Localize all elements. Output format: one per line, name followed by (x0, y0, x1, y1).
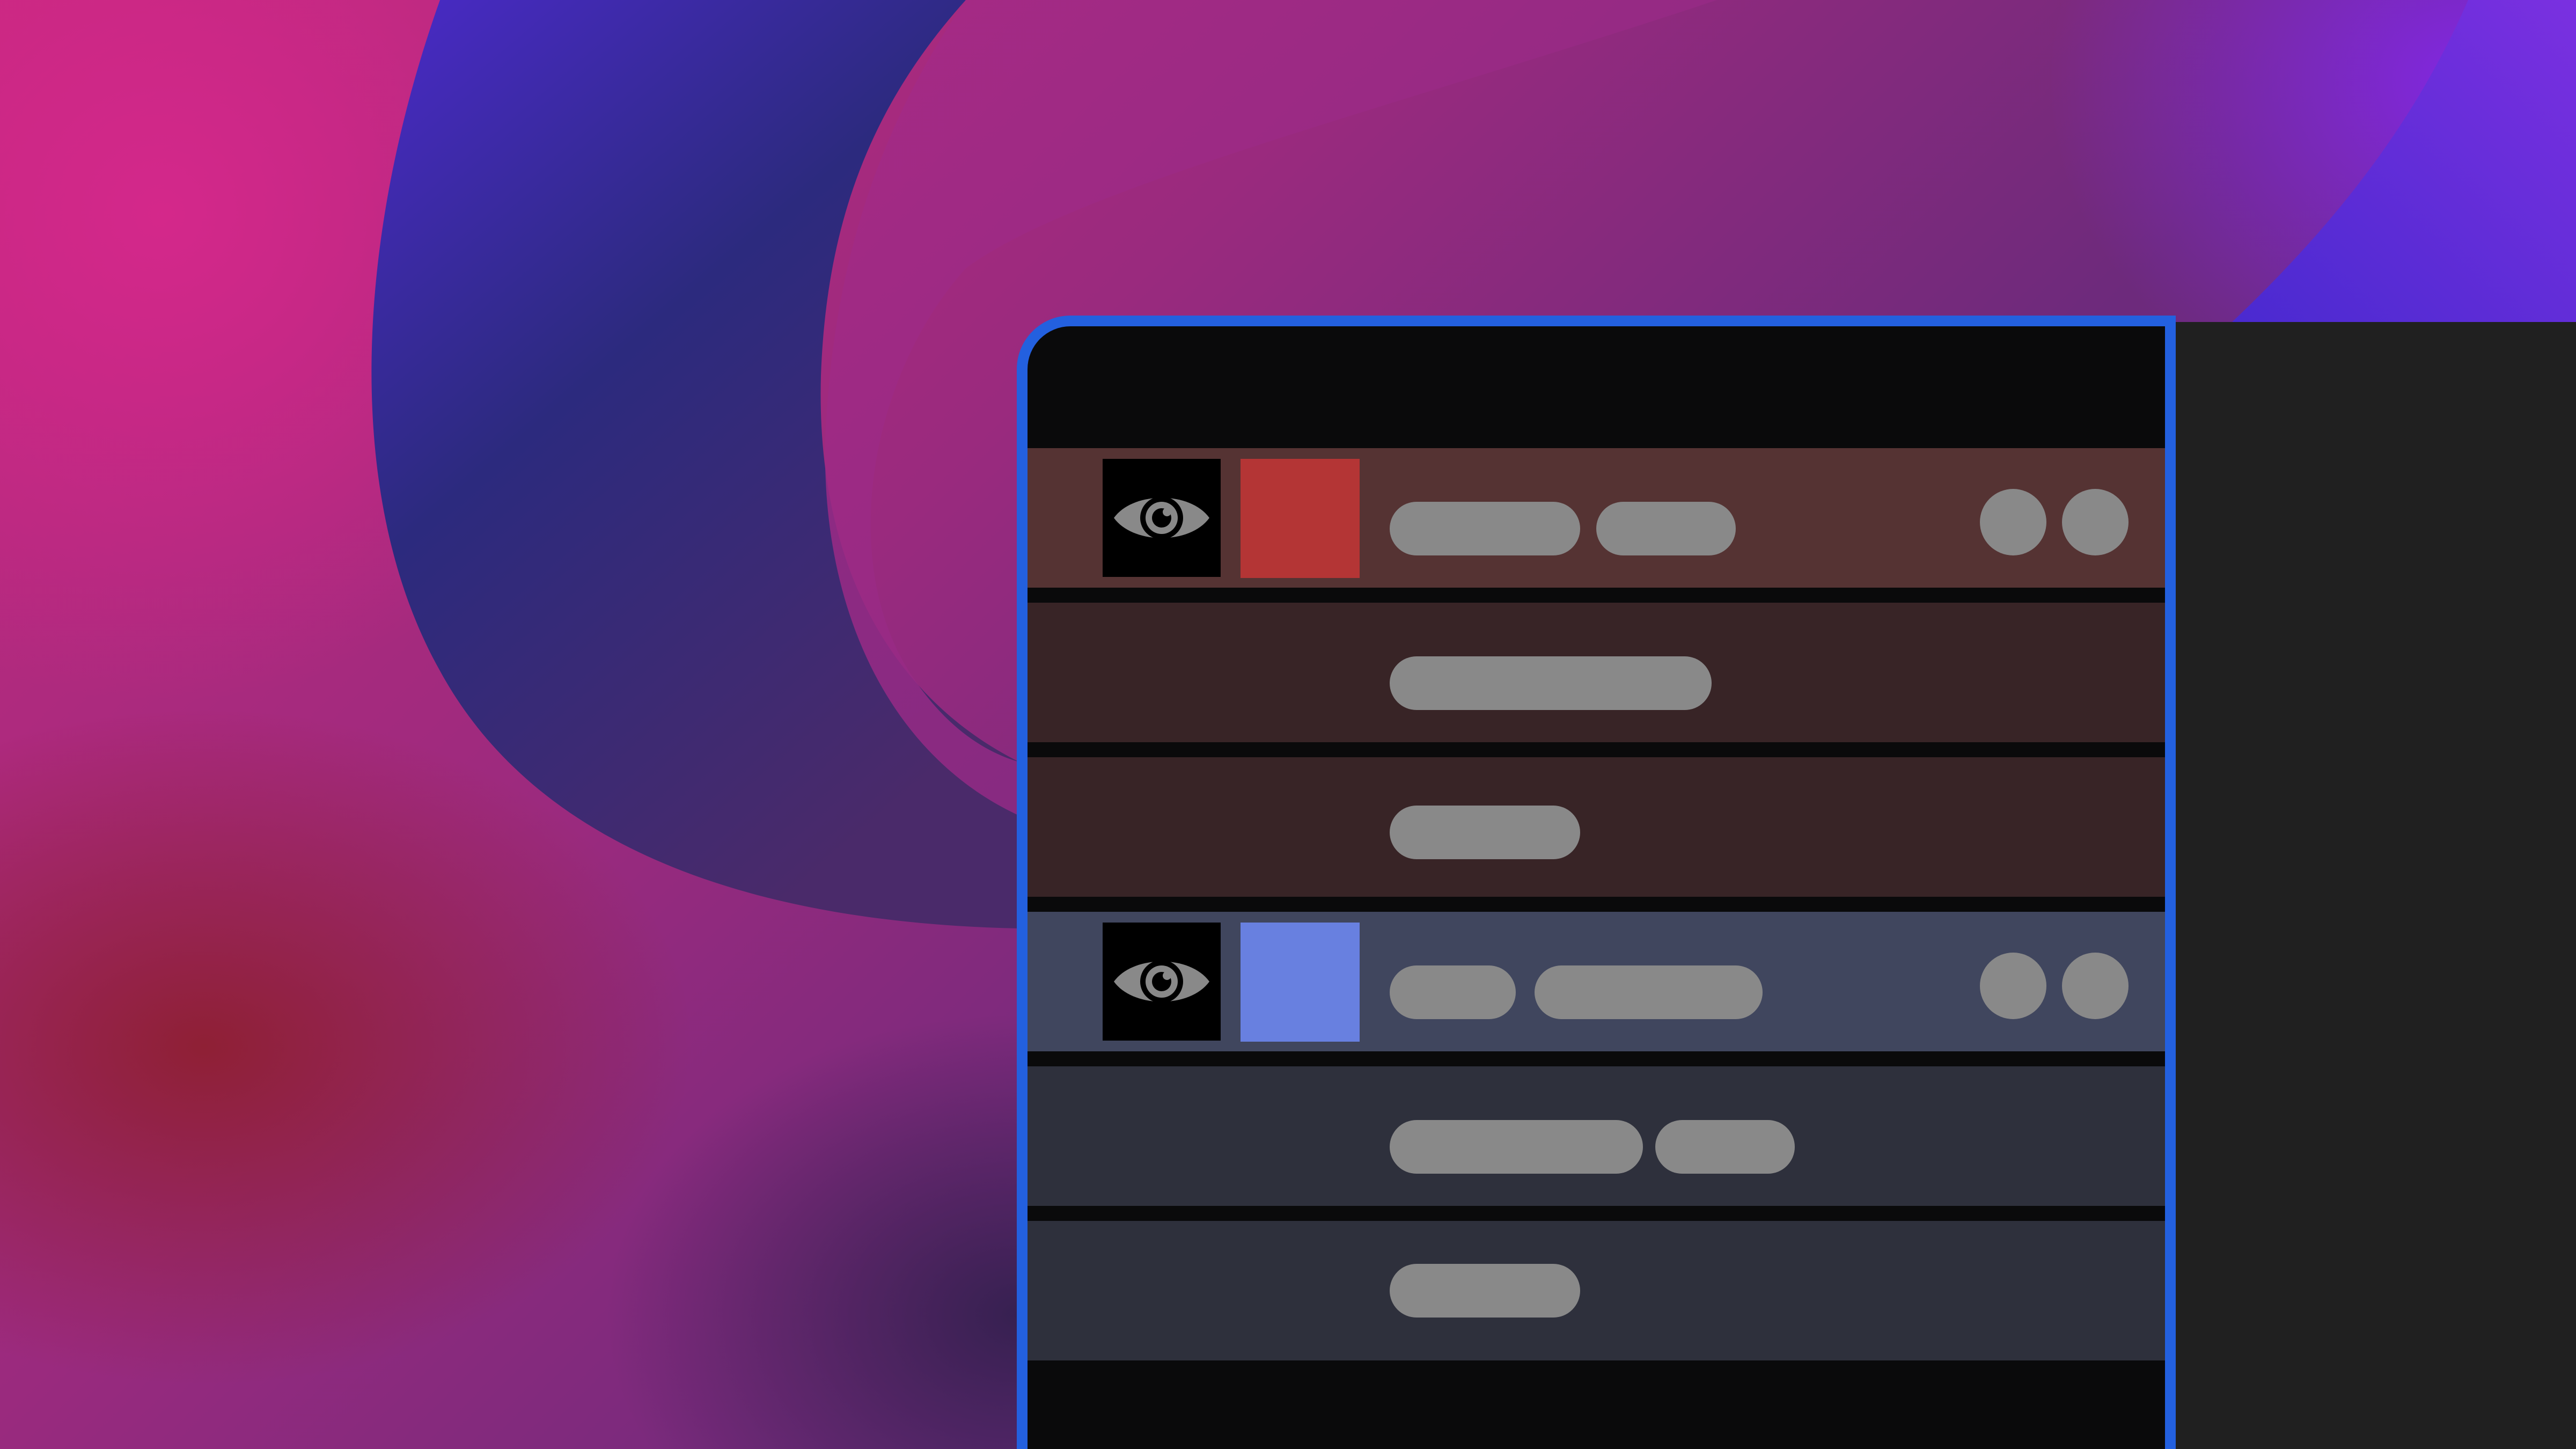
layer-action-button[interactable] (1980, 953, 2046, 1019)
layer-detail-placeholder (1596, 502, 1736, 555)
layer-color-swatch[interactable] (1241, 923, 1360, 1042)
layer-row-group-blue[interactable]: group-header (1028, 912, 2165, 1051)
layer-action-button[interactable] (2062, 489, 2129, 555)
visibility-toggle[interactable] (1103, 459, 1221, 577)
layers-window: group-header child child (1017, 316, 2176, 1449)
layer-row-child[interactable]: child (1028, 757, 2165, 897)
wallpaper-corner (2232, 0, 2576, 322)
eye-icon (1114, 960, 1209, 1003)
right-side-panel (2168, 322, 2576, 1449)
layer-row-child[interactable]: child (1028, 1066, 2165, 1206)
layer-detail-placeholder (1655, 1120, 1795, 1174)
layer-row-child[interactable]: child (1028, 1221, 2165, 1360)
visibility-toggle[interactable] (1103, 923, 1221, 1041)
layer-row-child[interactable]: child (1028, 603, 2165, 742)
layer-name-placeholder (1390, 806, 1580, 859)
layer-name-placeholder (1390, 1264, 1580, 1318)
layer-action-button[interactable] (1980, 489, 2046, 555)
layer-color-swatch[interactable] (1241, 459, 1360, 578)
layer-name-placeholder (1390, 965, 1516, 1019)
layer-action-button[interactable] (2062, 953, 2129, 1019)
layer-detail-placeholder (1535, 965, 1763, 1019)
layer-name-placeholder (1390, 1120, 1643, 1174)
eye-icon (1114, 496, 1209, 539)
layer-name-placeholder (1390, 502, 1580, 555)
layer-list: group-header child child (1028, 448, 2165, 1375)
layer-name-placeholder (1390, 656, 1712, 710)
layer-row-group-red[interactable]: group-header (1028, 448, 2165, 588)
